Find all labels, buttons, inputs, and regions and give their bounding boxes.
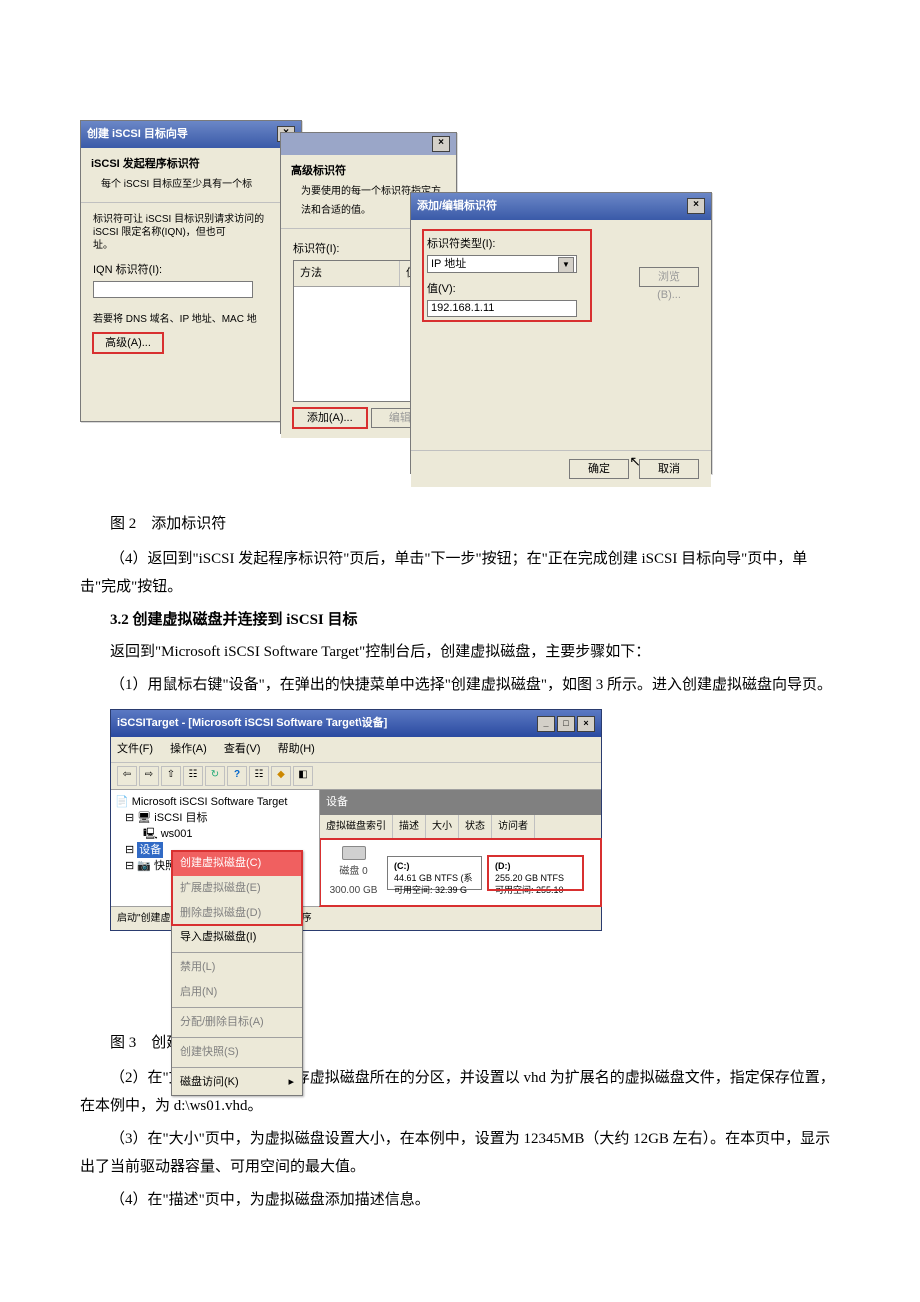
partition-d[interactable]: (D:) 255.20 GB NTFS 可用空间: 255.10 — [488, 856, 583, 890]
mmc-title-text: iSCSITarget - [Microsoft iSCSI Software … — [117, 713, 387, 734]
partition-c[interactable]: (C:) 44.61 GB NTFS (系 可用空间: 32.39 G — [387, 856, 482, 890]
forward-icon[interactable]: ⇨ — [139, 766, 159, 786]
menu-disk-access[interactable]: 磁盘访问(K)▸ — [172, 1070, 302, 1095]
close-icon[interactable]: × — [432, 136, 450, 152]
toolbar[interactable]: ⇦ ⇨ ⇧ ☷ ↻ ? ☷ ◆ ◧ — [111, 763, 601, 790]
menu-file[interactable]: 文件(F) — [117, 743, 153, 755]
wizard-text: 标识符可让 iSCSI 目标识别请求访问的 iSCSI 限定名称(IQN)，但也… — [93, 213, 289, 252]
value-label: 值(V): — [427, 279, 587, 300]
tree-pane[interactable]: 📄 Microsoft iSCSI Software Target ⊟ 🖥 iS… — [111, 790, 320, 906]
col-accessor[interactable]: 访问者 — [492, 815, 535, 838]
dns-text: 若要将 DNS 域名、IP 地址、MAC 地 — [93, 310, 289, 329]
right-pane: 设备 虚拟磁盘索引 描述 大小 状态 访问者 磁盘 0 300.00 GB — [320, 790, 601, 906]
paragraph: （4）在"描述"页中，为虚拟磁盘添加描述信息。 — [80, 1186, 840, 1215]
id-type-select[interactable]: IP 地址 — [427, 255, 577, 273]
menu-bar[interactable]: 文件(F) 操作(A) 查看(V) 帮助(H) — [111, 737, 601, 763]
menu-help[interactable]: 帮助(H) — [278, 743, 315, 755]
wizard-subdesc: 每个 iSCSI 目标应至少具有一个标 — [101, 175, 291, 194]
prop-icon[interactable]: ☷ — [183, 766, 203, 786]
figure-2-caption: 图 2 添加标识符 — [80, 510, 840, 539]
dlg3-title: 添加/编辑标识符 — [417, 196, 497, 217]
col-desc[interactable]: 描述 — [393, 815, 426, 838]
col-method: 方法 — [294, 261, 400, 286]
tree-target[interactable]: ⊟ 🖥 iSCSI 目标 — [115, 810, 315, 826]
minimize-icon: _ — [537, 716, 555, 732]
cancel-button[interactable]: 取消 — [639, 459, 699, 479]
menu-delete-vdisk: 删除虚拟磁盘(D) — [172, 901, 302, 926]
disk-icon — [342, 846, 366, 860]
disk-panel: 磁盘 0 300.00 GB (C:) 44.61 GB NTFS (系 可用空… — [320, 839, 601, 906]
wizard-title: 创建 iSCSI 目标向导 — [87, 124, 188, 145]
disk-0: 磁盘 0 300.00 GB — [326, 846, 381, 900]
advanced-button[interactable]: 高级(A)... — [93, 333, 163, 353]
browse-button[interactable]: 浏览(B)... — [639, 267, 699, 287]
value-input[interactable]: 192.168.1.11 — [427, 300, 577, 317]
tree-ws001[interactable]: 🖳 ws001 — [115, 826, 315, 842]
menu-view[interactable]: 查看(V) — [224, 743, 261, 755]
menu-import-vdisk[interactable]: 导入虚拟磁盘(I) — [172, 925, 302, 950]
menu-action[interactable]: 操作(A) — [170, 743, 207, 755]
help-icon[interactable]: ? — [227, 766, 247, 786]
mouse-cursor-icon: ↖ — [629, 448, 641, 475]
menu-disable: 禁用(L) — [172, 955, 302, 980]
tool3-icon[interactable]: ◧ — [293, 766, 313, 786]
heading-3-2: 3.2 创建虚拟磁盘并连接到 iSCSI 目标 — [80, 606, 840, 635]
paragraph: （1）用鼠标右键"设备"，在弹出的快捷菜单中选择"创建虚拟磁盘"，如图 3 所示… — [80, 671, 840, 700]
back-icon[interactable]: ⇦ — [117, 766, 137, 786]
figure-3-screenshot: iSCSITarget - [Microsoft iSCSI Software … — [80, 709, 840, 1019]
menu-enable: 启用(N) — [172, 980, 302, 1005]
paragraph: （3）在"大小"页中，为虚拟磁盘设置大小，在本例中，设置为 12345MB（大约… — [80, 1125, 840, 1182]
refresh-icon[interactable]: ↻ — [205, 766, 225, 786]
rpane-columns[interactable]: 虚拟磁盘索引 描述 大小 状态 访问者 — [320, 815, 601, 839]
iqn-label: IQN 标识符(I): — [93, 260, 289, 281]
close-icon: × — [577, 716, 595, 732]
tool-icon[interactable]: ☷ — [249, 766, 269, 786]
maximize-icon: □ — [557, 716, 575, 732]
add-button[interactable]: 添加(A)... — [293, 408, 367, 428]
close-icon[interactable]: × — [687, 198, 705, 214]
col-state[interactable]: 状态 — [459, 815, 492, 838]
menu-assign-target: 分配/删除目标(A) — [172, 1010, 302, 1035]
wizard-subtitle: iSCSI 发起程序标识符 — [91, 154, 291, 175]
up-icon[interactable]: ⇧ — [161, 766, 181, 786]
mmc-window: iSCSITarget - [Microsoft iSCSI Software … — [110, 709, 602, 931]
col-index[interactable]: 虚拟磁盘索引 — [320, 815, 393, 838]
tool2-icon[interactable]: ◆ — [271, 766, 291, 786]
id-type-label: 标识符类型(I): — [427, 234, 587, 255]
ok-button[interactable]: 确定 — [569, 459, 629, 479]
status-left: 启动"创建虚 — [117, 909, 171, 928]
wizard-dialog: 创建 iSCSI 目标向导 × iSCSI 发起程序标识符 每个 iSCSI 目… — [80, 120, 302, 422]
mmc-titlebar: iSCSITarget - [Microsoft iSCSI Software … — [111, 710, 601, 737]
figure-2-screenshot: 创建 iSCSI 目标向导 × iSCSI 发起程序标识符 每个 iSCSI 目… — [80, 120, 840, 500]
menu-create-snapshot: 创建快照(S) — [172, 1040, 302, 1065]
adv-subtitle: 高级标识符 — [291, 161, 446, 182]
col-size[interactable]: 大小 — [426, 815, 459, 838]
window-controls[interactable]: _□× — [535, 713, 595, 734]
wizard-titlebar: 创建 iSCSI 目标向导 × — [81, 121, 301, 148]
tree-root[interactable]: 📄 Microsoft iSCSI Software Target — [115, 794, 315, 810]
menu-extend-vdisk: 扩展虚拟磁盘(E) — [172, 876, 302, 901]
paragraph: （4）返回到"iSCSI 发起程序标识符"页后，单击"下一步"按钮；在"正在完成… — [80, 545, 840, 602]
iqn-input[interactable] — [93, 281, 253, 298]
rpane-header: 设备 — [320, 790, 601, 815]
menu-create-vdisk[interactable]: 创建虚拟磁盘(C) — [172, 851, 302, 876]
add-edit-id-dialog: 添加/编辑标识符 × 标识符类型(I): IP 地址 值(V): 192.168… — [410, 192, 712, 474]
paragraph: 返回到"Microsoft iSCSI Software Target"控制台后… — [80, 638, 840, 667]
context-menu[interactable]: 创建虚拟磁盘(C) 扩展虚拟磁盘(E) 删除虚拟磁盘(D) 导入虚拟磁盘(I) … — [171, 850, 303, 1096]
